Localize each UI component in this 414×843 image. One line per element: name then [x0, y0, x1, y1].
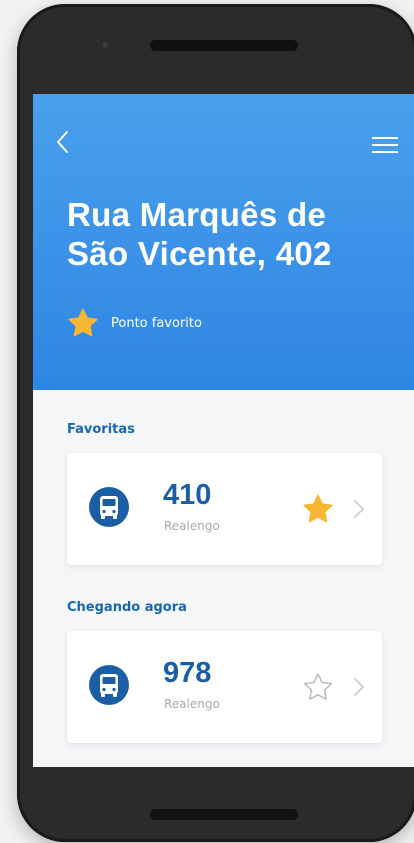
phone-frame: Rua Marquês de São Vicente, 402 Ponto fa… — [17, 4, 414, 842]
favorite-stop-toggle[interactable]: Ponto favorito — [67, 307, 202, 339]
bus-line-number: 978 — [163, 657, 212, 689]
chevron-right-icon — [354, 500, 364, 518]
chevron-right-icon — [354, 678, 364, 696]
bus-line-destination: Realengo — [164, 697, 220, 711]
page-title: Rua Marquês de São Vicente, 402 — [67, 195, 397, 273]
star-outline-icon[interactable] — [302, 671, 334, 703]
star-icon[interactable] — [302, 493, 334, 525]
bus-line-destination: Realengo — [164, 519, 220, 533]
favorite-stop-label: Ponto favorito — [111, 315, 202, 331]
front-camera — [102, 42, 108, 48]
section-favorites-label: Favoritas — [67, 422, 135, 437]
bus-icon — [89, 487, 129, 527]
bus-line-number: 410 — [163, 479, 212, 511]
section-arriving-label: Chegando agora — [67, 600, 187, 615]
title-line-1: Rua Marquês de — [67, 196, 327, 233]
bottom-speaker — [150, 809, 298, 820]
bus-line-card[interactable]: 978 Realengo — [67, 631, 382, 743]
top-speaker — [150, 40, 298, 51]
app-screen: Rua Marquês de São Vicente, 402 Ponto fa… — [33, 94, 414, 767]
back-arrow-icon[interactable] — [52, 128, 74, 156]
title-line-2: São Vicente, 402 — [67, 235, 332, 272]
bus-icon — [89, 665, 129, 705]
bus-line-card[interactable]: 410 Realengo — [67, 453, 382, 565]
hamburger-menu-icon[interactable] — [372, 136, 398, 154]
star-icon — [68, 308, 98, 337]
stop-header: Rua Marquês de São Vicente, 402 Ponto fa… — [33, 94, 414, 390]
